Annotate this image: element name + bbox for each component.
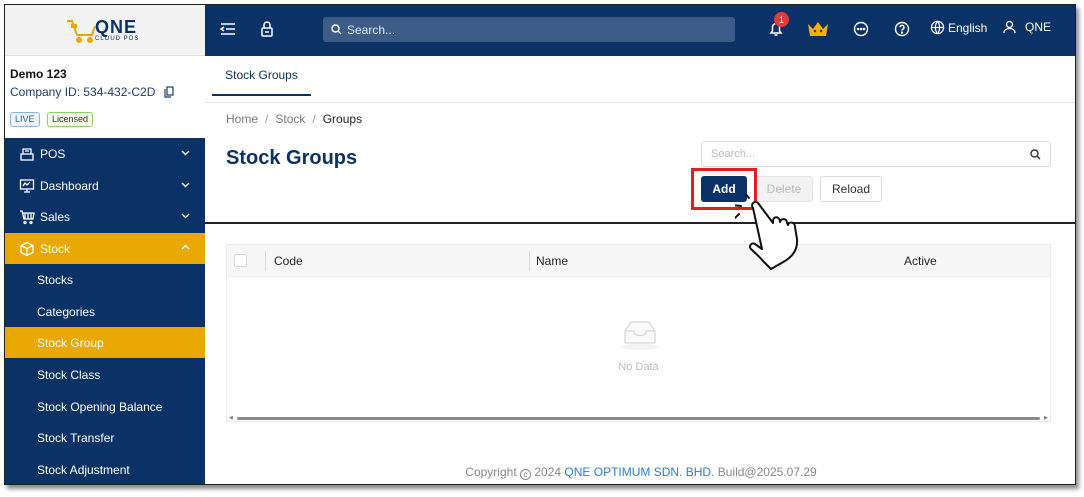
sidebar-sub-stock-class[interactable]: Stock Class [5,359,205,390]
chevron-up-icon [181,244,190,250]
search-icon [331,24,342,35]
breadcrumb-stock[interactable]: Stock [275,112,305,126]
company-info: Demo 123 Company ID: 534-432-C2D LIVE Li… [5,56,205,138]
chevron-down-icon [181,150,190,156]
breadcrumb-groups: Groups [322,112,363,126]
footer-year: 2024 [534,465,562,479]
logo-area: QNE CLOUD POS [5,5,205,56]
sidebar-item-dashboard[interactable]: Dashboard [5,170,205,201]
search-icon [1030,149,1041,160]
stock-groups-table: Code Name Active No Data ◀ ▶ [226,244,1051,422]
scrollbar-thumb[interactable] [237,417,1040,420]
lock-icon[interactable] [256,18,278,40]
sidebar-sub-stock-opening-balance[interactable]: Stock Opening Balance [5,391,205,422]
licensed-badge: Licensed [47,112,94,127]
logo-subtext: CLOUD POS [95,36,140,42]
select-all-checkbox[interactable] [234,254,247,267]
sidebar-item-label: Dashboard [40,178,99,193]
sidebar-sub-stock-adjustment[interactable]: Stock Adjustment [5,454,205,484]
app-window: QNE CLOUD POS Demo 123 Company ID: 534-4… [4,4,1076,485]
company-id-text: Company ID: 534-432-C2D [10,85,156,99]
footer: Copyright c 2024 QNE OPTIMUM SDN. BHD. B… [205,465,1075,480]
breadcrumb: Home / Stock / Groups [226,112,363,126]
copyright-icon: c [520,469,531,480]
footer-build: Build@2025.07.29 [717,465,817,479]
table-header: Code Name Active [227,245,1050,277]
sidebar-item-pos[interactable]: POS [5,138,205,169]
dashboard-icon [19,179,35,193]
company-name: Demo 123 [10,67,67,81]
page-title: Stock Groups [226,147,358,169]
language-label: English [948,20,988,35]
user-menu[interactable]: QNE [1003,20,1051,34]
pointing-hand-icon [735,194,799,270]
sidebar-sub-categories[interactable]: Categories [5,296,205,327]
list-search-placeholder: Search... [711,148,756,160]
content-divider [205,222,1075,224]
help-icon[interactable] [891,18,913,40]
list-search-input[interactable]: Search... [701,141,1051,167]
sidebar: POS Dashboard Sales Stock Stocks Categor… [5,138,205,484]
sidebar-sub-stock-transfer[interactable]: Stock Transfer [5,422,205,453]
chevron-down-icon [181,213,190,219]
globe-icon [930,20,945,35]
reload-button[interactable]: Reload [820,176,882,202]
horizontal-scrollbar[interactable]: ◀ ▶ [229,416,1048,421]
column-header-code[interactable]: Code [274,254,303,268]
sidebar-item-label: Stock [40,241,71,256]
sidebar-item-label: POS [40,146,66,161]
live-badge: LIVE [10,112,40,127]
user-icon [1003,20,1016,34]
chevron-down-icon [181,182,190,188]
column-header-name[interactable]: Name [536,254,568,268]
menu-collapse-icon[interactable] [217,18,239,40]
empty-state-text: No Data [618,361,659,373]
crown-icon[interactable] [807,18,829,40]
chat-icon[interactable] [850,18,872,40]
tab-stock-groups[interactable]: Stock Groups [212,56,311,96]
user-name: QNE [1025,20,1052,34]
language-selector[interactable]: English [930,20,987,35]
company-id: Company ID: 534-432-C2D [10,85,174,101]
copy-icon[interactable] [164,86,174,101]
cube-icon [20,241,34,257]
pos-icon [20,148,34,161]
column-header-active[interactable]: Active [904,254,937,268]
top-bar: Search... 1 English QNE [205,5,1075,56]
global-search-input[interactable]: Search... [323,17,735,42]
empty-inbox-icon [621,321,659,350]
footer-company-link[interactable]: QNE OPTIMUM SDN. BHD. [564,465,714,479]
sidebar-item-label: Sales [40,209,71,224]
logo-text: QNE [95,17,138,37]
sales-icon [20,210,35,225]
breadcrumb-home[interactable]: Home [226,112,258,126]
tab-bar: Stock Groups [205,56,1075,103]
global-search-placeholder: Search... [347,22,396,37]
footer-copyright: Copyright [465,465,517,479]
sidebar-item-sales[interactable]: Sales [5,201,205,232]
sidebar-item-stock[interactable]: Stock [5,233,205,264]
sidebar-sub-stocks[interactable]: Stocks [5,264,205,295]
sidebar-sub-stock-group[interactable]: Stock Group [5,327,205,358]
notification-badge: 1 [774,12,789,27]
